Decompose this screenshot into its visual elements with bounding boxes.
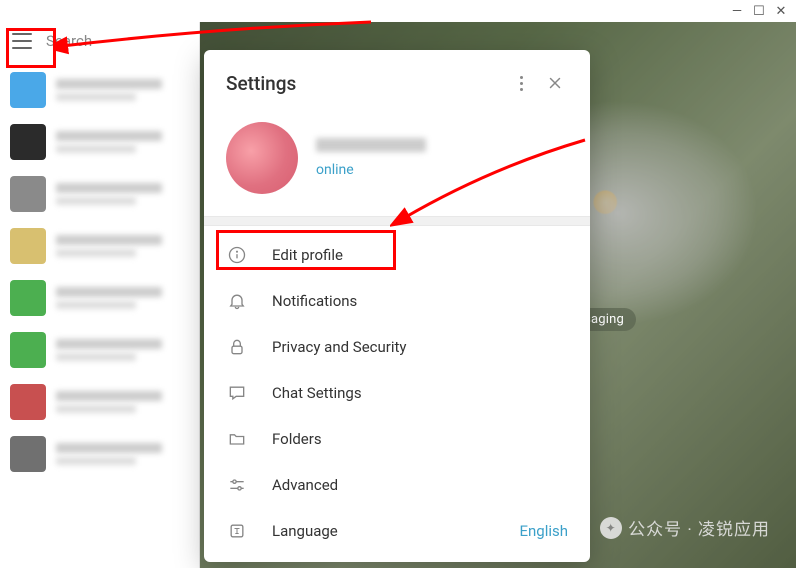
chat-item[interactable] [0, 272, 199, 324]
settings-item-edit-profile[interactable]: Edit profile [204, 232, 590, 278]
profile-status: online [316, 162, 426, 178]
chat-list[interactable] [0, 60, 199, 568]
settings-item-value: English [519, 522, 568, 540]
chat-avatar [10, 332, 46, 368]
lock-icon [226, 336, 248, 358]
bell-icon [226, 290, 248, 312]
settings-item-label: Edit profile [272, 246, 568, 264]
chat-preview [56, 179, 189, 209]
divider [204, 216, 590, 226]
settings-item-privacy[interactable]: Privacy and Security [204, 324, 590, 370]
settings-panel: Settings online Edit profile Notificatio… [204, 50, 590, 562]
settings-item-label: Notifications [272, 292, 568, 310]
settings-item-label: Language [272, 522, 495, 540]
settings-item-advanced[interactable]: Advanced [204, 462, 590, 508]
wechat-icon: ✦ [600, 517, 622, 539]
chat-avatar [10, 228, 46, 264]
chat-avatar [10, 72, 46, 108]
chat-preview [56, 387, 189, 417]
window-minimize-button[interactable]: — [730, 4, 744, 18]
settings-header: Settings [204, 50, 590, 110]
chat-preview [56, 127, 189, 157]
settings-item-label: Privacy and Security [272, 338, 568, 356]
settings-item-language[interactable]: Language English [204, 508, 590, 554]
chat-preview [56, 231, 189, 261]
settings-title: Settings [226, 72, 504, 95]
chat-preview [56, 439, 189, 469]
chat-item[interactable] [0, 220, 199, 272]
chat-avatar [10, 124, 46, 160]
language-icon [226, 520, 248, 542]
profile-info: online [316, 138, 426, 178]
chat-avatar [10, 176, 46, 212]
settings-menu: Edit profile Notifications Privacy and S… [204, 226, 590, 560]
settings-close-button[interactable] [538, 66, 572, 100]
settings-item-notifications[interactable]: Notifications [204, 278, 590, 324]
annotation-box-menu [6, 28, 56, 68]
chat-item[interactable] [0, 168, 199, 220]
sidebar: Search [0, 22, 200, 568]
chat-preview [56, 75, 189, 105]
settings-item-chat[interactable]: Chat Settings [204, 370, 590, 416]
close-icon [546, 74, 564, 92]
chat-preview [56, 335, 189, 365]
chat-item[interactable] [0, 428, 199, 480]
watermark-text: 公众号 · 凌锐应用 [628, 515, 770, 540]
folder-icon [226, 428, 248, 450]
profile-section[interactable]: online [204, 110, 590, 216]
chat-avatar [10, 384, 46, 420]
more-icon [520, 76, 523, 91]
settings-item-label: Folders [272, 430, 568, 448]
settings-item-folders[interactable]: Folders [204, 416, 590, 462]
settings-more-button[interactable] [504, 66, 538, 100]
profile-avatar[interactable] [226, 122, 298, 194]
chat-item[interactable] [0, 376, 199, 428]
chat-item[interactable] [0, 116, 199, 168]
settings-item-label: Chat Settings [272, 384, 568, 402]
chat-item[interactable] [0, 324, 199, 376]
window-controls: — ☐ ✕ [730, 4, 788, 18]
chat-item[interactable] [0, 64, 199, 116]
watermark: ✦ 公众号 · 凌锐应用 [600, 515, 770, 540]
info-icon [226, 244, 248, 266]
chat-avatar [10, 436, 46, 472]
window-close-button[interactable]: ✕ [774, 4, 788, 18]
sliders-icon [226, 474, 248, 496]
window-maximize-button[interactable]: ☐ [752, 4, 766, 18]
chat-preview [56, 283, 189, 313]
settings-item-label: Advanced [272, 476, 568, 494]
profile-name [316, 138, 426, 152]
chat-icon [226, 382, 248, 404]
chat-avatar [10, 280, 46, 316]
